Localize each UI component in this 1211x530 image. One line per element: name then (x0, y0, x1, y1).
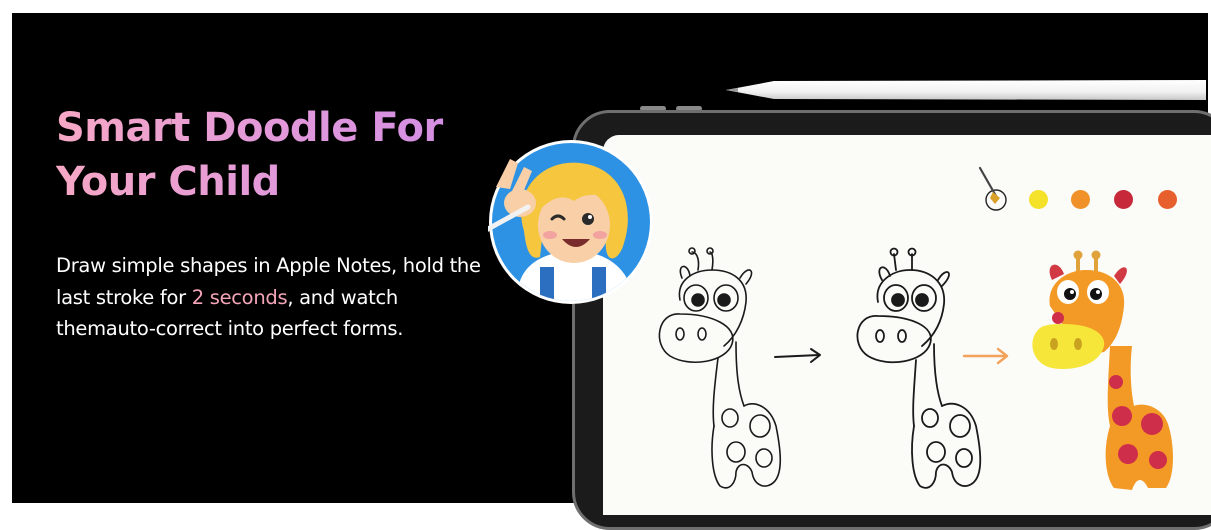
banner-headline: Smart Doodle For Your Child (56, 101, 496, 209)
color-swatch-vermilion[interactable] (1158, 190, 1177, 209)
arrow-right-icon (774, 348, 821, 363)
giraffe-sketch-rough (658, 247, 782, 489)
giraffe-sketch-clean (856, 247, 982, 489)
color-swatch-red[interactable] (1114, 190, 1133, 209)
headline-line-2: Your Child (56, 159, 280, 205)
stylus-pencil-icon (726, 80, 1206, 100)
banner-description: Draw simple shapes in Apple Notes, hold … (56, 250, 496, 345)
paintbrush-icon (978, 166, 1007, 211)
color-swatch-yellow[interactable] (1029, 190, 1048, 209)
color-swatch-orange[interactable] (1071, 190, 1090, 209)
giraffe-colored (1032, 250, 1173, 490)
description-highlight: 2 seconds (191, 285, 288, 309)
arrow-right-icon (962, 347, 1009, 365)
child-avatar (488, 140, 653, 304)
headline-line-1: Smart Doodle For (56, 105, 443, 151)
